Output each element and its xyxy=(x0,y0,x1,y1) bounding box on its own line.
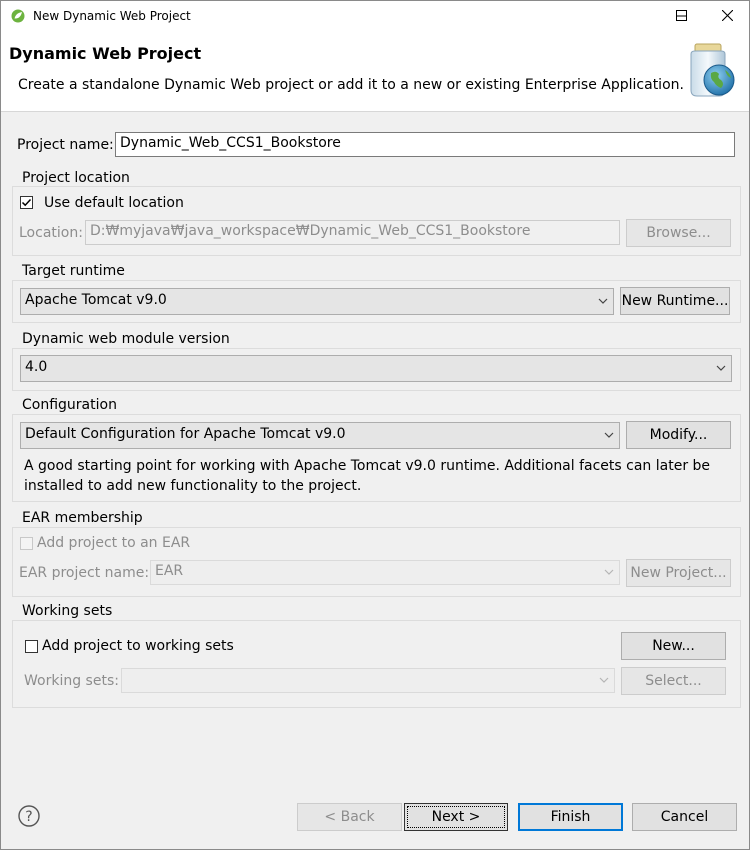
maximize-button[interactable] xyxy=(658,1,704,32)
window-title: New Dynamic Web Project xyxy=(33,9,191,23)
new-ear-project-button[interactable]: New Project... xyxy=(626,559,731,587)
title-bar: New Dynamic Web Project xyxy=(1,1,749,32)
minimize-area-left xyxy=(612,1,658,32)
svg-text:?: ? xyxy=(25,809,32,825)
configuration-value: Default Configuration for Apache Tomcat … xyxy=(25,426,346,442)
select-working-sets-button[interactable]: Select... xyxy=(621,667,726,695)
add-to-working-sets-checkbox[interactable] xyxy=(25,640,38,653)
configuration-description-line2: installed to add new functionality to th… xyxy=(24,478,362,494)
configuration-description-line1: A good starting point for working with A… xyxy=(24,458,711,474)
help-icon[interactable]: ? xyxy=(18,805,40,827)
target-runtime-select[interactable]: Apache Tomcat v9.0 xyxy=(20,288,614,315)
target-runtime-value: Apache Tomcat v9.0 xyxy=(25,292,167,308)
maximize-icon xyxy=(675,9,687,25)
eclipse-spring-icon xyxy=(11,9,25,23)
close-button[interactable] xyxy=(704,1,750,32)
wizard-header: Dynamic Web Project Create a standalone … xyxy=(1,32,749,112)
working-sets-select[interactable] xyxy=(121,668,615,693)
chevron-down-icon xyxy=(603,566,615,578)
ear-project-name-value: EAR xyxy=(155,563,184,579)
use-default-location-checkbox[interactable] xyxy=(20,196,33,209)
module-version-select[interactable]: 4.0 xyxy=(20,355,732,382)
next-button[interactable]: Next > xyxy=(404,803,508,831)
page-description: Create a standalone Dynamic Web project … xyxy=(18,77,684,93)
back-button[interactable]: < Back xyxy=(297,803,402,831)
new-working-set-button[interactable]: New... xyxy=(621,632,726,660)
globe-jar-icon xyxy=(681,40,747,104)
close-icon xyxy=(721,9,733,25)
cancel-button[interactable]: Cancel xyxy=(632,803,737,831)
browse-button[interactable]: Browse... xyxy=(626,219,731,247)
ear-project-name-select[interactable]: EAR xyxy=(150,560,620,585)
dialog-window: New Dynamic Web Project Dynamic Web Proj… xyxy=(0,0,750,850)
location-input[interactable]: D:₩myjava₩java_workspace₩Dynamic_Web_CCS… xyxy=(85,220,620,245)
working-sets-label: Working sets: xyxy=(24,673,119,689)
modify-button[interactable]: Modify... xyxy=(626,421,731,449)
chevron-down-icon xyxy=(715,362,727,374)
add-to-working-sets-label: Add project to working sets xyxy=(42,638,234,654)
ear-membership-legend: EAR membership xyxy=(20,510,145,526)
module-version-legend: Dynamic web module version xyxy=(20,331,232,347)
chevron-down-icon xyxy=(603,429,615,441)
page-title: Dynamic Web Project xyxy=(9,44,202,63)
use-default-location-label: Use default location xyxy=(44,195,184,211)
project-location-legend: Project location xyxy=(20,170,132,186)
target-runtime-legend: Target runtime xyxy=(20,263,127,279)
chevron-down-icon xyxy=(598,674,610,686)
configuration-select[interactable]: Default Configuration for Apache Tomcat … xyxy=(20,422,620,449)
configuration-legend: Configuration xyxy=(20,397,119,413)
project-name-label: Project name: xyxy=(17,137,114,153)
finish-button[interactable]: Finish xyxy=(518,803,623,831)
ear-project-name-label: EAR project name: xyxy=(19,565,150,581)
module-version-value: 4.0 xyxy=(25,359,48,375)
working-sets-legend: Working sets xyxy=(20,603,115,619)
new-runtime-button[interactable]: New Runtime... xyxy=(620,287,730,315)
add-to-ear-checkbox[interactable] xyxy=(20,537,33,550)
location-label: Location: xyxy=(19,225,83,241)
add-to-ear-label: Add project to an EAR xyxy=(37,535,191,551)
chevron-down-icon xyxy=(597,295,609,307)
project-name-input[interactable]: Dynamic_Web_CCS1_Bookstore xyxy=(115,132,735,157)
